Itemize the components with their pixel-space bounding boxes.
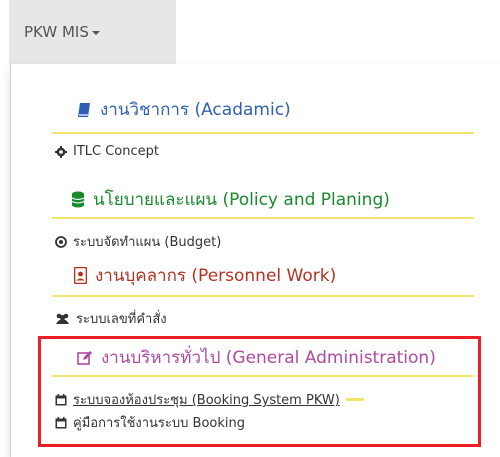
menu-header-label: นโยบายและแผน (Policy and Planing) xyxy=(93,190,390,210)
menu-header-label: งานวิชาการ (Acadamic) xyxy=(100,100,291,120)
menu-item-label: ระบบจัดทำแผน (Budget) xyxy=(73,235,222,250)
database-icon xyxy=(71,191,85,208)
menu-header-policy[interactable]: นโยบายและแผน (Policy and Planing) xyxy=(71,186,390,213)
highlight-box xyxy=(38,336,481,447)
divider xyxy=(52,295,474,297)
menu-item-budget[interactable]: ระบบจัดทำแผน (Budget) xyxy=(55,231,221,252)
navbar: PKW MIS xyxy=(0,0,500,64)
menu-header-academic[interactable]: งานวิชาการ (Acadamic) xyxy=(76,96,291,123)
menu-item-label: ITLC Concept xyxy=(73,144,159,159)
id-badge-icon xyxy=(74,267,87,284)
gear-icon xyxy=(55,145,67,158)
caret-down-icon xyxy=(91,30,100,35)
menu-header-personnel[interactable]: งานบุคลากร (Personnel Work) xyxy=(74,262,336,289)
users-icon xyxy=(55,313,70,325)
divider xyxy=(52,132,474,134)
pkw-mis-dropdown-toggle[interactable]: PKW MIS xyxy=(9,0,176,64)
menu-title: PKW MIS xyxy=(24,23,89,41)
divider xyxy=(52,217,474,219)
menu-item-label: ระบบเลขที่คำสั่ง xyxy=(76,312,167,327)
menu-item-command-number[interactable]: ระบบเลขที่คำสั่ง xyxy=(55,308,167,329)
menu-header-label: งานบุคลากร (Personnel Work) xyxy=(95,266,337,286)
book-icon xyxy=(76,102,92,118)
menu-item-itlc-concept[interactable]: ITLC Concept xyxy=(55,144,159,159)
circle-arrow-icon xyxy=(55,235,67,248)
